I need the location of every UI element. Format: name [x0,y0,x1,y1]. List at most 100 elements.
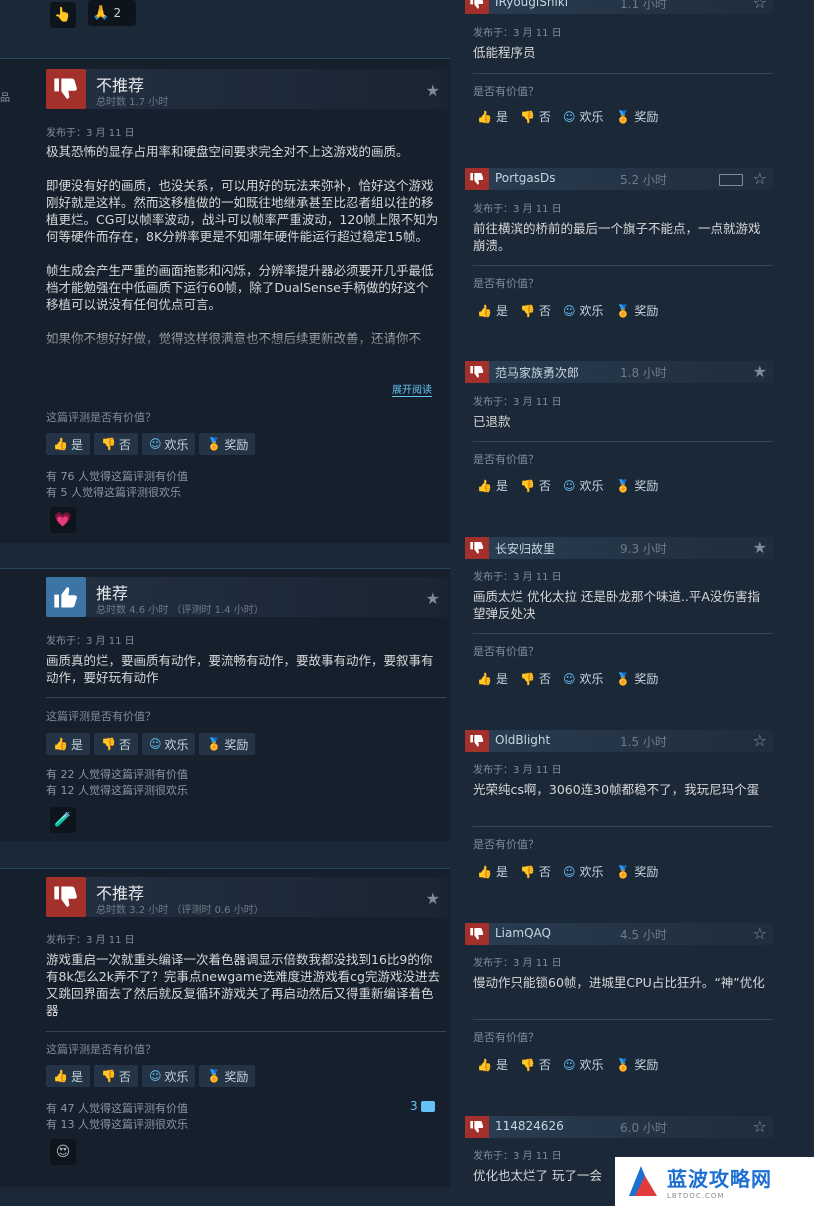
star-icon[interactable]: ☆ [753,731,767,750]
award-count: 2 [113,6,122,20]
watermark-subtitle: LBTDOC.COM [667,1192,725,1200]
thumbs-down-icon [465,923,489,945]
award-button[interactable]: 🏅 奖励 [611,861,662,882]
vote-no-button[interactable]: 👎 否 [93,1065,138,1087]
vote-yes-button[interactable]: 👍 是 [473,106,512,127]
thumbs-down-icon [465,168,489,190]
star-icon[interactable]: ★ [426,81,440,100]
award-emoji-icon: 😍 [50,1139,76,1165]
vote-yes-button[interactable]: 👍 是 [473,1054,512,1075]
reviewer-name[interactable]: 长安归故里 [495,540,555,557]
review-card: 推荐 总时数 4.6 小时 （评测时 1.4 小时） ★ 发布于：3 月 11 … [0,568,450,841]
posted-date: 发布于：3 月 11 日 [473,204,562,215]
star-icon[interactable]: ★ [753,538,767,557]
vote-funny-label: 欢乐 [164,1069,189,1084]
star-icon[interactable]: ☆ [753,924,767,943]
watermark-text: 蓝波攻略网 LBTDOC.COM [667,1163,772,1200]
vote-no-button[interactable]: 👎 否 [516,668,555,689]
thumbs-down-icon: 👎 [100,437,116,451]
vote-buttons: 👍 是 👎 否 ☺ 欢乐 🏅 奖励 [473,475,662,496]
reviewer-name[interactable]: OldBlight [495,733,550,747]
vote-yes-label: 是 [495,110,508,124]
helpful-question: 这篇评测是否有价值？ [46,411,156,424]
vote-no-button[interactable]: 👎 否 [516,1054,555,1075]
comments-link[interactable]: 3 [410,1099,435,1113]
vote-yes-button[interactable]: 👍 是 [46,433,90,455]
short-review: 范马家族勇次郎 1.8 小时 ★ 发布于：3 月 11 日 已退款 是否有价值？… [460,361,774,511]
vote-funny-button[interactable]: ☺ 欢乐 [559,106,608,127]
award-icon: 🏅 [206,1069,222,1083]
vote-no-button[interactable]: 👎 否 [93,433,138,455]
vote-yes-button[interactable]: 👍 是 [473,475,512,496]
award-label: 奖励 [634,479,659,493]
reviewer-name[interactable]: LiamQAQ [495,926,551,940]
vote-no-button[interactable]: 👎 否 [516,106,555,127]
vote-no-button[interactable]: 👎 否 [516,300,555,321]
posted-date: 发布于：3 月 11 日 [473,397,562,408]
award-icon: 🏅 [615,671,631,686]
vote-funny-button[interactable]: ☺ 欢乐 [141,433,196,455]
award-button[interactable]: 🏅 奖励 [199,433,256,455]
award-label: 奖励 [634,865,659,879]
award-label: 奖励 [224,1069,249,1084]
reviewer-name[interactable]: IRyougiShiki [495,0,568,9]
left-review-column: 👆 🙏 2 品 不推荐 总时数 1.7 小时 ★ 发布于：3 月 11 日 极其恐… [0,0,450,1206]
vote-no-button[interactable]: 👎 否 [93,733,138,755]
vote-buttons: 👍 是 👎 否 ☺ 欢乐 🏅 奖励 [46,1065,256,1087]
vote-no-button[interactable]: 👎 否 [516,475,555,496]
vote-funny-button[interactable]: ☺ 欢乐 [559,861,608,882]
helpful-count: 有 76 人觉得这篇评测有价值 [46,470,188,483]
award-button[interactable]: 🏅 奖励 [611,668,662,689]
posted-date: 发布于：3 月 11 日 [46,935,135,946]
vote-no-button[interactable]: 👎 否 [516,861,555,882]
vote-yes-button[interactable]: 👍 是 [473,668,512,689]
star-icon[interactable]: ☆ [753,0,767,12]
helpful-question: 是否有价值？ [473,453,539,466]
thumbs-down-icon: 👎 [519,303,535,318]
vote-funny-button[interactable]: ☺ 欢乐 [559,1054,608,1075]
reviewer-name[interactable]: 范马家族勇次郎 [495,364,579,381]
thumbs-up-icon: 👍 [53,437,68,451]
vote-no-label: 否 [538,304,551,318]
award-emoji-icon: 🧪 [50,807,76,833]
vote-yes-label: 是 [495,304,508,318]
smile-icon: ☺ [562,303,576,318]
vote-funny-button[interactable]: ☺ 欢乐 [559,300,608,321]
playtime: 1.8 小时 [620,366,667,380]
top-award-strip: 👆 🙏 2 [0,0,450,36]
star-icon[interactable]: ★ [426,589,440,608]
review-text: 画质真的烂，要画质有动作，要流畅有动作，要故事有动作，要叙事有动作，要好玩有动作 [46,653,434,685]
star-icon[interactable]: ☆ [753,169,767,188]
thumbs-up-icon: 👍 [477,109,492,124]
vote-yes-button[interactable]: 👍 是 [473,300,512,321]
playtime: 1.5 小时 [620,735,667,749]
star-icon[interactable]: ☆ [753,1117,767,1136]
vote-yes-button[interactable]: 👍 是 [46,733,90,755]
vote-yes-button[interactable]: 👍 是 [473,861,512,882]
helpful-question: 是否有价值？ [473,838,539,851]
award-button[interactable]: 🏅 奖励 [199,1065,256,1087]
text-fade [46,333,440,359]
award-button[interactable]: 🏅 奖励 [199,733,256,755]
award-button[interactable]: 🏅 奖励 [611,106,662,127]
star-icon[interactable]: ★ [426,889,440,908]
vote-yes-button[interactable]: 👍 是 [46,1065,90,1087]
vote-funny-button[interactable]: ☺ 欢乐 [559,475,608,496]
reviewer-name[interactable]: 114824626 [495,1119,564,1133]
award-button[interactable]: 🏅 奖励 [611,475,662,496]
review-stats: 有 76 人觉得这篇评测有价值 有 5 人觉得这篇评测很欢乐 [46,469,188,501]
vote-funny-label: 欢乐 [579,479,604,493]
reviewer-name[interactable]: PortgasDs [495,171,556,185]
expand-review-link[interactable]: 展开阅读 [392,381,432,397]
award-button[interactable]: 🏅 奖励 [611,300,662,321]
vote-funny-button[interactable]: ☺ 欢乐 [141,733,196,755]
vote-funny-button[interactable]: ☺ 欢乐 [141,1065,196,1087]
comment-bubble-icon [420,1100,435,1112]
playtime: 总时数 1.7 小时 [96,97,169,108]
verdict-header: 不推荐 总时数 1.7 小时 ★ [46,69,448,109]
vote-yes-label: 是 [70,737,83,752]
award-icon: 🏅 [615,109,631,124]
vote-funny-button[interactable]: ☺ 欢乐 [559,668,608,689]
star-icon[interactable]: ★ [753,362,767,381]
award-button[interactable]: 🏅 奖励 [611,1054,662,1075]
